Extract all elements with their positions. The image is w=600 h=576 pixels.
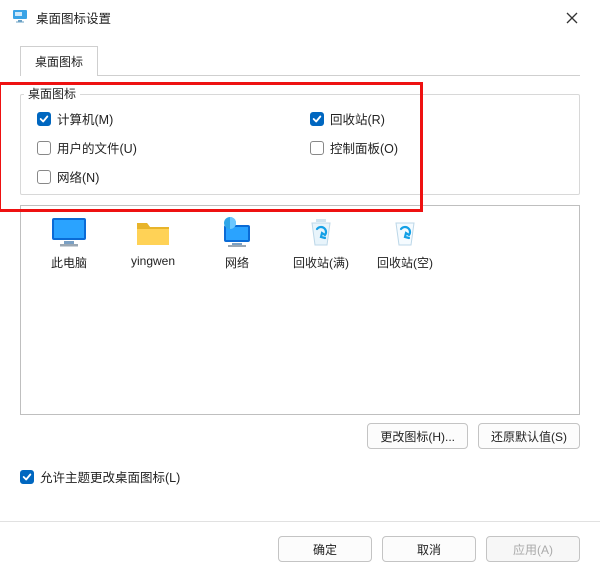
checkbox-box bbox=[20, 470, 34, 484]
icon-preview-panel: 此电脑 yingwen bbox=[20, 205, 580, 415]
group-body: 计算机(M) 回收站(R) 用户的文件(U) bbox=[20, 94, 580, 195]
button-label: 取消 bbox=[417, 541, 441, 558]
button-label: 更改图标(H)... bbox=[380, 428, 455, 445]
recycle-empty-icon bbox=[385, 214, 425, 250]
apply-button[interactable]: 应用(A) bbox=[486, 536, 580, 562]
tab-label: 桌面图标 bbox=[35, 55, 83, 69]
checkbox-user-files[interactable]: 用户的文件(U) bbox=[37, 138, 290, 157]
restore-default-button[interactable]: 还原默认值(S) bbox=[478, 423, 580, 449]
button-label: 应用(A) bbox=[513, 541, 553, 558]
tab-strip-underline bbox=[20, 75, 580, 76]
icon-label: 回收站(空) bbox=[377, 254, 433, 271]
icon-item-this-pc[interactable]: 此电脑 bbox=[29, 214, 109, 271]
cancel-button[interactable]: 取消 bbox=[382, 536, 476, 562]
checkbox-label: 计算机(M) bbox=[57, 109, 113, 128]
title-bar: 桌面图标设置 bbox=[0, 0, 600, 36]
icon-label: 此电脑 bbox=[51, 254, 87, 271]
window: 桌面图标设置 桌面图标 桌面图标 计算机(M) bbox=[0, 0, 600, 576]
button-label: 还原默认值(S) bbox=[491, 428, 567, 445]
checkbox-control-panel[interactable]: 控制面板(O) bbox=[310, 138, 563, 157]
checkbox-network[interactable]: 网络(N) bbox=[37, 167, 290, 186]
group-legend: 桌面图标 bbox=[24, 85, 80, 102]
change-icon-button[interactable]: 更改图标(H)... bbox=[367, 423, 468, 449]
tab-desktop-icons[interactable]: 桌面图标 bbox=[20, 46, 98, 76]
icon-item-recycle-full[interactable]: 回收站(满) bbox=[281, 214, 361, 271]
window-title: 桌面图标设置 bbox=[36, 8, 111, 27]
checkbox-label: 用户的文件(U) bbox=[57, 138, 137, 157]
app-icon bbox=[12, 8, 28, 27]
recycle-full-icon bbox=[301, 214, 341, 250]
checkbox-label: 回收站(R) bbox=[330, 109, 385, 128]
group-desktop-icons: 桌面图标 计算机(M) 回收站(R) bbox=[20, 94, 580, 195]
icon-label: yingwen bbox=[131, 254, 175, 268]
icon-label: 回收站(满) bbox=[293, 254, 349, 271]
icon-item-recycle-empty[interactable]: 回收站(空) bbox=[365, 214, 445, 271]
checkbox-box bbox=[37, 112, 51, 126]
footer-buttons: 确定 取消 应用(A) bbox=[0, 522, 600, 576]
checkbox-box bbox=[37, 170, 51, 184]
checkbox-recycle-bin[interactable]: 回收站(R) bbox=[310, 109, 563, 128]
allow-themes-label: 允许主题更改桌面图标(L) bbox=[40, 467, 180, 486]
checkbox-label: 网络(N) bbox=[57, 167, 99, 186]
icon-buttons-row: 更改图标(H)... 还原默认值(S) bbox=[20, 423, 580, 449]
checkbox-box bbox=[310, 112, 324, 126]
checkbox-computer[interactable]: 计算机(M) bbox=[37, 109, 290, 128]
allow-themes-row[interactable]: 允许主题更改桌面图标(L) bbox=[20, 467, 580, 486]
client-area: 桌面图标 桌面图标 计算机(M) 回收站(R) bbox=[0, 36, 600, 576]
checkbox-box bbox=[310, 141, 324, 155]
checkbox-label: 控制面板(O) bbox=[330, 138, 398, 157]
checkbox-box bbox=[37, 141, 51, 155]
icon-item-network[interactable]: 网络 bbox=[197, 214, 277, 271]
close-button[interactable] bbox=[552, 2, 592, 34]
network-icon bbox=[217, 214, 257, 250]
folder-icon bbox=[133, 214, 173, 250]
button-label: 确定 bbox=[313, 541, 337, 558]
this-pc-icon bbox=[49, 214, 89, 250]
icon-item-yingwen[interactable]: yingwen bbox=[113, 214, 193, 268]
ok-button[interactable]: 确定 bbox=[278, 536, 372, 562]
title-left: 桌面图标设置 bbox=[12, 8, 111, 27]
icon-label: 网络 bbox=[225, 254, 249, 271]
